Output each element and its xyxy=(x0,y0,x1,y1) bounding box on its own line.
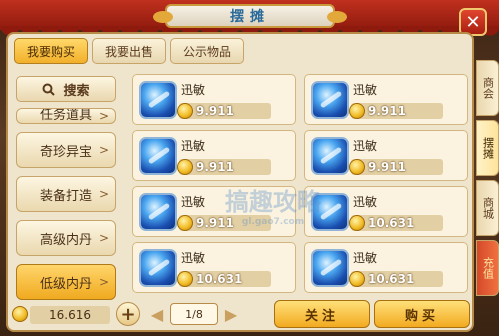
category-list: 任务道具 > 奇珍异宝 > 装备打造 > 高级内丹 > 低级内丹 > xyxy=(16,108,116,308)
price-bar: 9.911 xyxy=(349,159,443,175)
item-name: 迅敏 xyxy=(181,195,206,209)
pager: ◀ 1/8 ▶ xyxy=(150,303,238,325)
item-card[interactable]: 迅敏 9.911 xyxy=(304,74,468,125)
page-indicator: 1/8 xyxy=(170,303,218,325)
chevron-right-icon: > xyxy=(98,231,109,245)
side-tab-recharge[interactable]: 充值 xyxy=(476,240,499,296)
item-name: 迅敏 xyxy=(181,139,206,153)
item-price: 9.911 xyxy=(196,216,234,230)
item-price: 10.631 xyxy=(196,272,243,286)
side-tab-stall[interactable]: 摆摊 xyxy=(476,120,499,176)
item-card[interactable]: 迅敏 9.911 xyxy=(132,186,296,237)
gem-icon xyxy=(311,249,349,287)
top-tabs: 我要购买 我要出售 公示物品 xyxy=(14,38,245,64)
tab-buy[interactable]: 我要购买 xyxy=(14,38,89,64)
coin-icon xyxy=(349,103,365,119)
side-tab-shop[interactable]: 商城 xyxy=(476,180,499,236)
market-panel: 我要购买 我要出售 公示物品 搜索 任务道具 > 奇珍异宝 > 装备打造 > 高… xyxy=(6,32,474,332)
price-bar: 9.911 xyxy=(177,215,271,231)
search-label: 搜索 xyxy=(63,83,90,99)
money-balance: 16.616 xyxy=(30,306,110,324)
tab-public-items[interactable]: 公示物品 xyxy=(170,38,245,64)
bottom-bar: 16.616 + ◀ 1/8 ▶ 关注 购买 xyxy=(8,300,472,330)
category-equipment-crafting[interactable]: 装备打造 > xyxy=(16,176,116,212)
coin-icon xyxy=(349,159,365,175)
prev-page-button[interactable]: ◀ xyxy=(150,303,164,325)
price-bar: 9.911 xyxy=(177,159,271,175)
item-price: 10.631 xyxy=(368,272,415,286)
price-bar: 10.631 xyxy=(349,215,443,231)
coin-icon xyxy=(177,215,193,231)
item-card[interactable]: 迅敏 9.911 xyxy=(132,74,296,125)
item-card[interactable]: 迅敏 10.631 xyxy=(304,186,468,237)
price-bar: 10.631 xyxy=(349,271,443,287)
gem-icon xyxy=(311,137,349,175)
category-task-items[interactable]: 任务道具 > xyxy=(16,108,116,124)
item-name: 迅敏 xyxy=(353,251,378,265)
category-label: 低级内丹 xyxy=(39,276,92,292)
item-name: 迅敏 xyxy=(181,83,206,97)
chevron-right-icon: > xyxy=(98,187,109,201)
tab-sell[interactable]: 我要出售 xyxy=(92,38,167,64)
category-treasures[interactable]: 奇珍异宝 > xyxy=(16,132,116,168)
window-title: 摆摊 xyxy=(153,4,347,28)
add-money-button[interactable]: + xyxy=(116,302,140,326)
price-bar: 10.631 xyxy=(177,271,271,287)
chevron-right-icon: > xyxy=(98,143,109,157)
coin-icon xyxy=(177,103,193,119)
follow-button[interactable]: 关注 xyxy=(274,300,370,328)
gem-icon xyxy=(139,137,177,175)
item-card[interactable]: 迅敏 10.631 xyxy=(304,242,468,293)
item-price: 9.911 xyxy=(196,104,234,118)
coin-icon xyxy=(349,215,365,231)
category-label: 奇珍异宝 xyxy=(39,144,92,160)
gem-icon xyxy=(311,193,349,231)
item-name: 迅敏 xyxy=(181,251,206,265)
item-card[interactable]: 迅敏 9.911 xyxy=(304,130,468,181)
item-card[interactable]: 迅敏 9.911 xyxy=(132,130,296,181)
item-price: 9.911 xyxy=(368,104,406,118)
side-tabs: 商会 摆摊 商城 充值 xyxy=(476,60,499,300)
item-price: 9.911 xyxy=(196,160,234,174)
next-page-button[interactable]: ▶ xyxy=(224,303,238,325)
item-name: 迅敏 xyxy=(353,83,378,97)
gem-icon xyxy=(139,249,177,287)
coin-icon xyxy=(12,306,28,322)
gem-icon xyxy=(139,193,177,231)
search-icon xyxy=(42,83,56,96)
item-grid: 迅敏 9.911 迅敏 9.911 迅敏 9.911 迅敏 9.911 迅敏 9… xyxy=(132,74,472,298)
gem-icon xyxy=(311,81,349,119)
chevron-right-icon: > xyxy=(98,109,109,123)
search-button[interactable]: 搜索 xyxy=(16,76,116,102)
item-price: 9.911 xyxy=(368,160,406,174)
category-label: 高级内丹 xyxy=(39,232,92,248)
category-advanced-core[interactable]: 高级内丹 > xyxy=(16,220,116,256)
coin-icon xyxy=(177,159,193,175)
side-tab-guild[interactable]: 商会 xyxy=(476,60,499,116)
category-label: 装备打造 xyxy=(39,188,92,204)
price-bar: 9.911 xyxy=(177,103,271,119)
gem-icon xyxy=(139,81,177,119)
price-bar: 9.911 xyxy=(349,103,443,119)
item-price: 10.631 xyxy=(368,216,415,230)
category-label: 任务道具 xyxy=(39,108,92,123)
category-basic-core[interactable]: 低级内丹 > xyxy=(16,264,116,300)
coin-icon xyxy=(177,271,193,287)
item-name: 迅敏 xyxy=(353,195,378,209)
chevron-right-icon: > xyxy=(98,275,109,289)
item-name: 迅敏 xyxy=(353,139,378,153)
close-icon: ✕ xyxy=(465,11,481,33)
buy-button[interactable]: 购买 xyxy=(374,300,470,328)
coin-icon xyxy=(349,271,365,287)
item-card[interactable]: 迅敏 10.631 xyxy=(132,242,296,293)
